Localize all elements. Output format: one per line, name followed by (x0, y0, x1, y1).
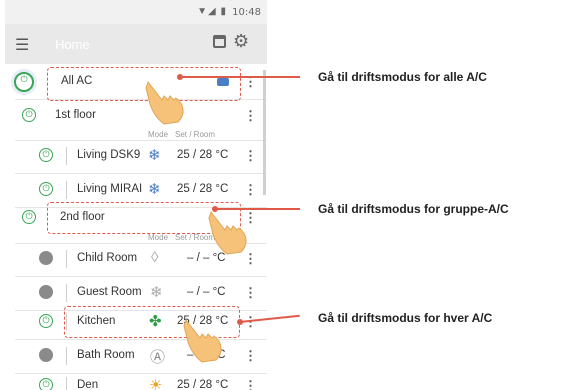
row-name: Guest Room (77, 286, 142, 298)
auto-mode-icon: Ⓐ (150, 349, 166, 366)
row-living-dsk9[interactable]: ⏻ Living DSK9 ❄ 25 / 28 °C ⋮ (5, 140, 267, 174)
page-title: Home (55, 37, 90, 52)
row-name: Child Room (77, 252, 138, 264)
row-name: Living MIRAI (77, 183, 143, 195)
row-1st-floor[interactable]: ⏻ 1st floor ⋮ (5, 100, 267, 134)
pointing-hand-icon (145, 80, 184, 125)
callout-line (180, 76, 300, 78)
app-bar: ☰ Home ⚙ (5, 24, 267, 64)
power-icon[interactable]: ⏻ (39, 314, 53, 328)
heat-mode-icon: ☀ (149, 377, 163, 390)
pointing-hand-icon (183, 318, 222, 363)
more-icon[interactable]: ⋮ (244, 314, 257, 330)
power-icon[interactable]: ⏻ (39, 182, 53, 196)
power-icon[interactable]: ⏻ (22, 108, 36, 122)
temperature-value: 25 / 28 °C (177, 149, 229, 161)
power-icon[interactable]: ⏻ (39, 148, 53, 162)
temperature-value: 25 / 28 °C (177, 183, 229, 195)
callout-all-ac: Gå til driftsmodus for alle A/C (318, 70, 487, 84)
more-icon[interactable]: ⋮ (244, 378, 257, 390)
temperature-value: – / – °C (187, 286, 226, 298)
column-header-mode: Mode (148, 233, 169, 242)
more-icon[interactable]: ⋮ (244, 285, 257, 301)
more-icon[interactable]: ⋮ (244, 348, 257, 364)
power-icon[interactable]: ⏻ (39, 251, 53, 265)
row-den[interactable]: ⏻ Den ☀ 25 / 28 °C ⋮ (5, 370, 267, 390)
more-icon[interactable]: ⋮ (244, 182, 257, 198)
power-icon[interactable]: ⏻ (39, 285, 53, 299)
power-icon[interactable]: ⏻ (22, 210, 36, 224)
row-name: Den (77, 379, 99, 390)
callout-each-ac: Gå til driftsmodus for hver A/C (318, 311, 493, 325)
power-icon[interactable]: ⏻ (39, 348, 53, 362)
more-icon[interactable]: ⋮ (244, 108, 257, 124)
power-icon[interactable]: ⏻ (39, 378, 53, 390)
power-icon[interactable]: ⏻ (14, 72, 34, 92)
cool-mode-icon: ❄ (148, 147, 161, 164)
row-name: 1st floor (55, 109, 96, 121)
gear-icon[interactable]: ⚙ (233, 31, 249, 52)
status-time: 10:48 (232, 7, 261, 18)
callout-line (215, 208, 300, 210)
column-header-set-room: Set / Room (175, 130, 216, 139)
row-name: Living DSK9 (77, 149, 141, 161)
cool-mode-icon: ❄ (148, 181, 161, 198)
menu-icon[interactable]: ☰ (15, 35, 29, 55)
cool-mode-icon: ❄ (150, 284, 163, 301)
calendar-icon[interactable] (213, 35, 226, 48)
scrollbar[interactable] (263, 70, 266, 195)
status-bar: ▼◢ ▮ 10:48 (5, 0, 267, 24)
signal-battery-icons: ▼◢ ▮ (197, 6, 227, 17)
temperature-value: 25 / 28 °C (177, 379, 229, 390)
column-header-mode: Mode (148, 130, 169, 139)
dry-mode-icon: ◊ (151, 249, 159, 266)
pointing-hand-icon (208, 210, 247, 255)
more-icon[interactable]: ⋮ (244, 148, 257, 164)
callout-group-ac: Gå til driftsmodus for gruppe-A/C (318, 202, 509, 216)
row-name: Bath Room (77, 349, 135, 361)
